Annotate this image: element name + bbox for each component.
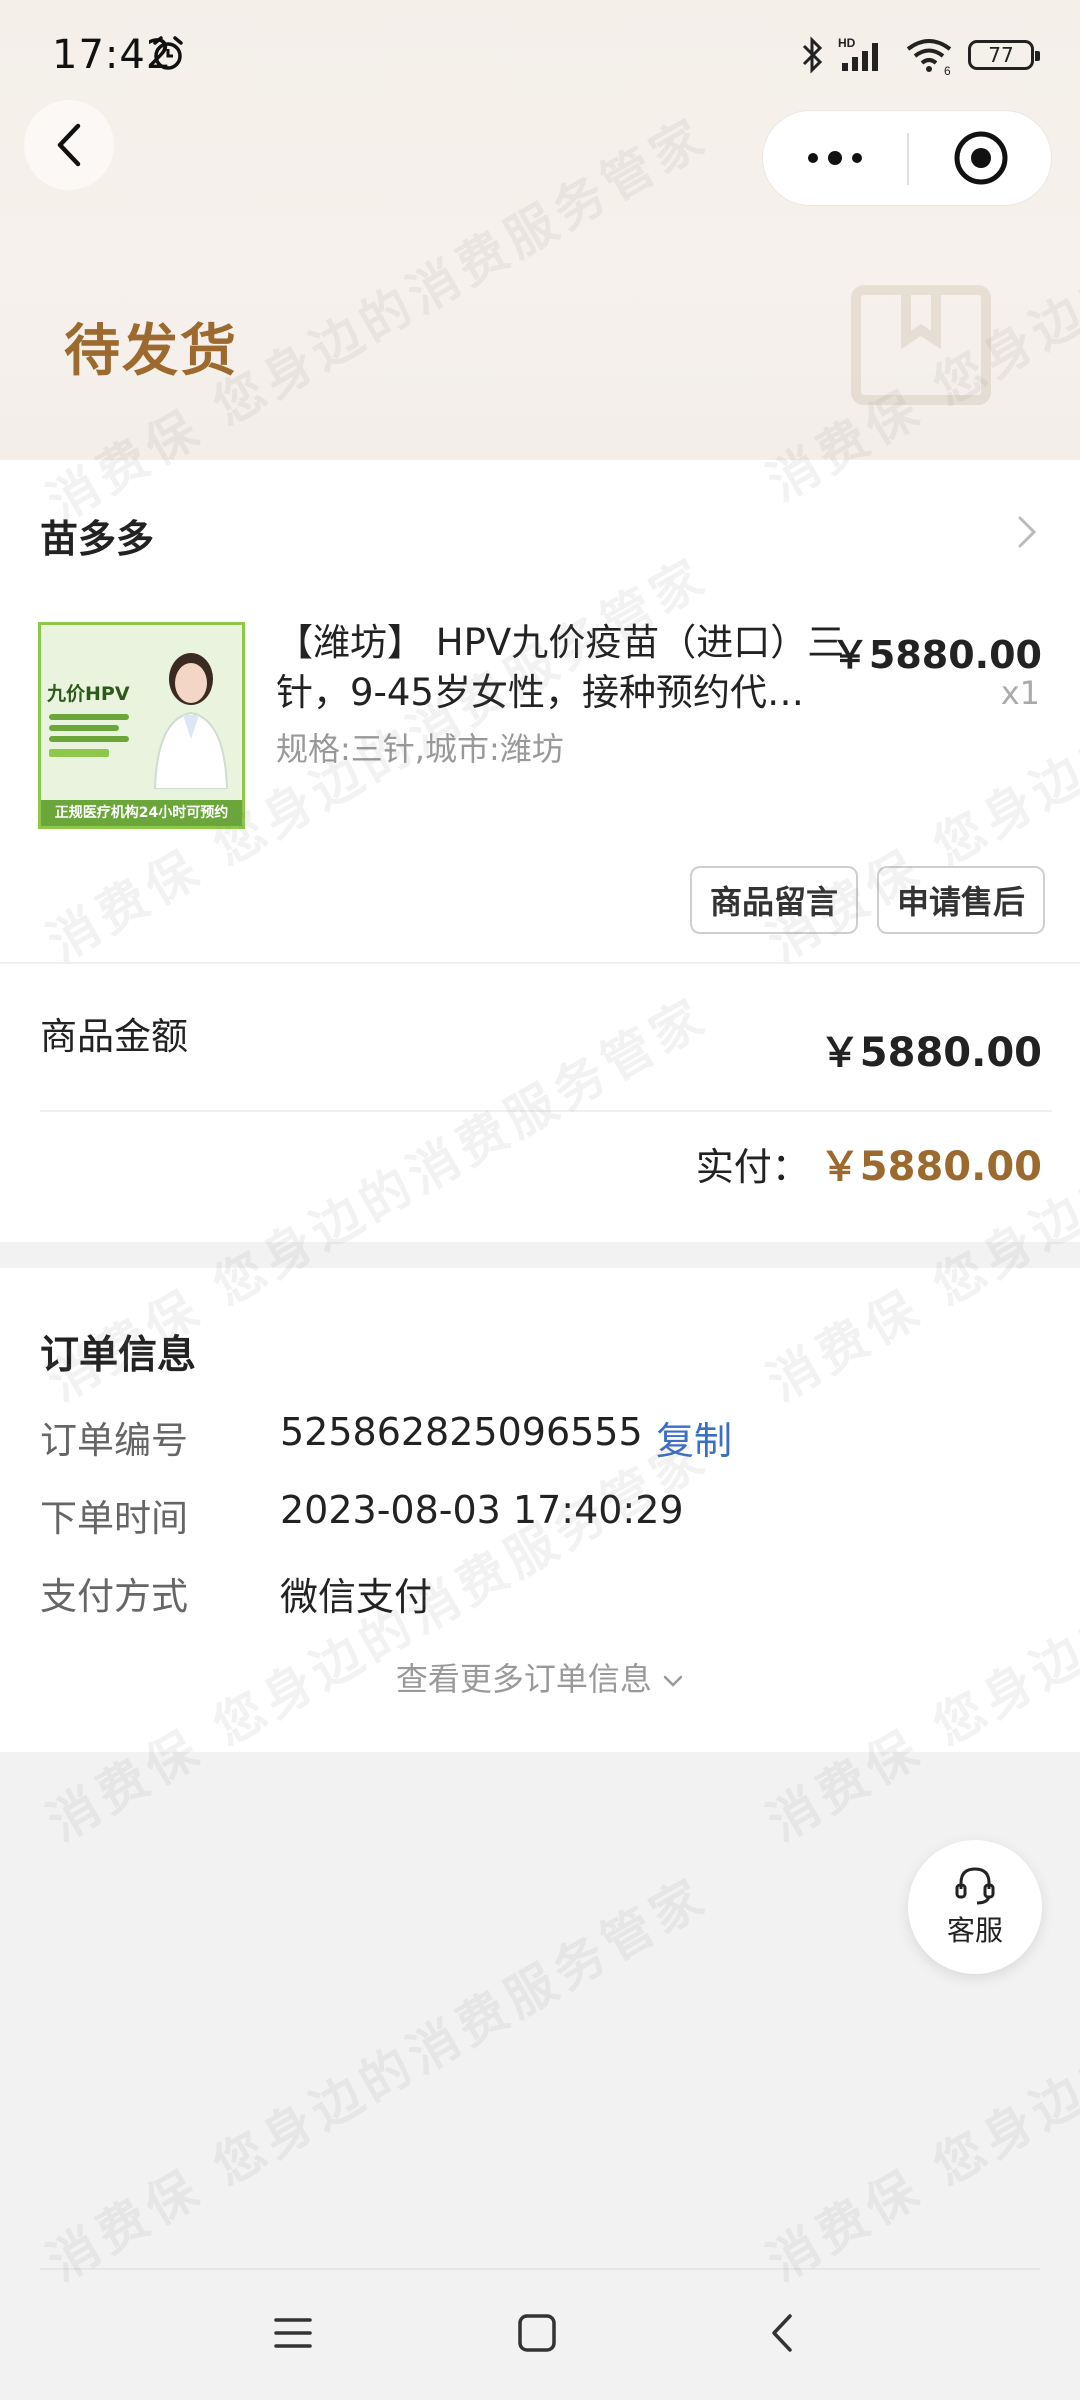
miniprogram-capsule <box>762 110 1052 206</box>
customer-service-label: 客服 <box>946 1914 1003 1947</box>
back-triangle-icon[interactable] <box>762 2312 804 2354</box>
package-box-icon <box>851 285 991 405</box>
bluetooth-icon <box>802 36 823 74</box>
headset-icon <box>955 1867 995 1905</box>
more-order-info-toggle[interactable]: 查看更多订单信息 <box>0 1654 1080 1700</box>
product-image[interactable]: 九价HPV 正规医疗机构24小时可预约 <box>38 622 245 829</box>
after-sale-button[interactable]: 申请售后 <box>877 866 1045 934</box>
chevron-right-icon[interactable] <box>1012 514 1042 550</box>
store-order-card <box>0 460 1080 1242</box>
chevron-down-icon <box>663 1675 683 1687</box>
product-message-button[interactable]: 商品留言 <box>690 866 858 934</box>
paid-label: 实付： <box>695 1145 810 1189</box>
back-button[interactable] <box>24 100 114 190</box>
svg-text:6: 6 <box>944 64 951 75</box>
customer-service-button[interactable]: 客服 <box>908 1840 1042 1974</box>
goods-amount-label: 商品金额 <box>40 1015 188 1058</box>
divider <box>40 1110 1052 1112</box>
order-time-value: 2023-08-03 17:40:29 <box>280 1488 684 1532</box>
svg-text:HD: HD <box>838 36 856 50</box>
image-line <box>49 749 109 757</box>
order-info-title: 订单信息 <box>40 1333 197 1378</box>
chevron-left-icon <box>57 123 81 167</box>
order-time-label: 下单时间 <box>40 1497 188 1540</box>
product-image-lines <box>49 709 129 764</box>
alarm-icon <box>153 36 183 70</box>
wifi-icon: 6 <box>906 39 952 75</box>
more-order-info-label: 查看更多订单信息 <box>395 1660 652 1698</box>
image-line <box>49 714 129 720</box>
home-square-icon[interactable] <box>516 2312 558 2354</box>
copy-order-number-button[interactable]: 复制 <box>656 1410 732 1465</box>
order-number-label: 订单编号 <box>40 1419 188 1462</box>
doctor-figure-icon <box>153 653 229 789</box>
more-button[interactable] <box>763 111 907 205</box>
signal-icon: HD <box>838 36 878 71</box>
status-icons: HD 6 77 <box>800 32 1040 78</box>
order-status-title: 待发货 <box>64 319 238 384</box>
battery-level: 77 <box>988 43 1014 67</box>
image-line <box>49 725 119 731</box>
product-price: ￥5880.00 <box>830 633 1042 677</box>
product-image-badge: 九价HPV <box>47 683 130 705</box>
nav-divider <box>40 2268 1040 2270</box>
divider <box>0 962 1080 964</box>
product-title[interactable]: 【潍坊】 HPV九价疫苗（进口）三针，9-45岁女性，接种预约代… <box>276 618 866 718</box>
product-image-footer: 正规医疗机构24小时可预约 <box>41 800 242 826</box>
close-miniprogram-button[interactable] <box>909 111 1053 205</box>
store-name[interactable]: 苗多多 <box>40 508 154 563</box>
payment-method-label: 支付方式 <box>40 1575 188 1618</box>
menu-icon[interactable] <box>272 2312 314 2354</box>
payment-method-value: 微信支付 <box>280 1575 433 1619</box>
goods-amount-value: ￥5880.00 <box>819 1030 1042 1076</box>
more-dots-icon <box>808 151 862 165</box>
watermark-text: 消费保 您身边的消费服务管家 <box>37 1866 718 2293</box>
product-quantity: x1 <box>1000 674 1040 712</box>
image-line <box>49 736 129 742</box>
product-spec: 规格:三针,城市:潍坊 <box>276 730 564 768</box>
order-number-value: 525862825096555 <box>280 1410 643 1454</box>
target-circle-icon <box>954 131 1008 185</box>
paid-row: 实付： ￥5880.00 <box>696 1134 1042 1192</box>
paid-amount: ￥5880.00 <box>819 1144 1042 1190</box>
battery-indicator: 77 <box>968 40 1040 70</box>
